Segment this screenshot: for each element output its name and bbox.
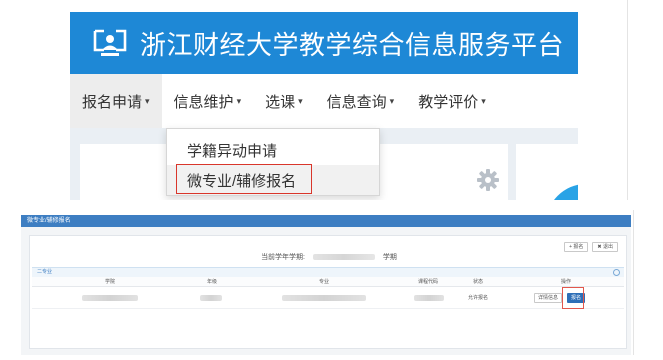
frame-divider <box>627 0 628 200</box>
redacted-value <box>312 254 375 261</box>
table-row: 允许报名 详情信息 报名 <box>32 287 624 309</box>
current-semester: 当前学年学期: 学期 <box>30 252 628 262</box>
column-header-major: 专业 <box>318 279 330 285</box>
semester-prefix: 当前学年学期: <box>261 254 306 261</box>
chevron-down-icon: ▾ <box>298 95 303 106</box>
section-title: 二专业 <box>37 269 53 275</box>
menu-item-micro-major-minor[interactable]: 微专业/辅修报名 <box>167 165 379 195</box>
exit-button[interactable]: ✖ 退出 <box>592 242 618 252</box>
decorative-circle <box>546 184 578 200</box>
monitor-person-icon <box>92 28 128 58</box>
chevron-down-icon: ▾ <box>481 95 486 106</box>
nav-item-teaching-evaluation[interactable]: 教学评价 ▾ <box>406 74 498 128</box>
nav-label: 信息查询 <box>326 93 387 111</box>
registration-page: 微专业/辅修报名 + 报名 ✖ 退出 当前学年学期: 学期 二专业 学院 年级 … <box>21 215 631 355</box>
screenshot-canvas: 浙江财经大学教学综合信息服务平台 报名申请 ▾ 信息维护 ▾ 选课 ▾ 信息查询… <box>0 0 663 360</box>
details-button[interactable]: 详情信息 <box>534 293 563 303</box>
nav-item-info-query[interactable]: 信息查询 ▾ <box>315 74 407 128</box>
frame-divider <box>633 210 634 355</box>
redacted-value <box>200 295 222 301</box>
page-title-bar: 微专业/辅修报名 <box>21 215 631 227</box>
nav-label: 信息维护 <box>173 93 234 111</box>
register-button[interactable]: + 报名 <box>564 242 589 252</box>
gear-icon[interactable] <box>476 168 500 192</box>
nav-item-registration[interactable]: 报名申请 ▾ <box>70 74 162 128</box>
redacted-value <box>414 295 444 301</box>
portal-header: 浙江财经大学教学综合信息服务平台 <box>70 12 578 74</box>
content-card <box>516 144 578 200</box>
section-header: 二专业 <box>32 267 624 277</box>
column-header-status: 状态 <box>472 279 484 285</box>
nav-label: 报名申请 <box>82 93 143 111</box>
portal-title: 浙江财经大学教学综合信息服务平台 <box>140 29 565 60</box>
collapse-icon[interactable] <box>613 269 620 276</box>
chevron-down-icon: ▾ <box>389 95 395 106</box>
semester-suffix: 学期 <box>382 254 397 261</box>
registration-panel: + 报名 ✖ 退出 当前学年学期: 学期 二专业 学院 年级 专业 课程代码 状… <box>29 235 627 349</box>
nav-item-info-maintenance[interactable]: 信息维护 ▾ <box>162 74 254 128</box>
column-header-college: 学院 <box>104 279 116 285</box>
nav-label: 选课 <box>265 93 296 111</box>
portal-window: 浙江财经大学教学综合信息服务平台 报名申请 ▾ 信息维护 ▾ 选课 ▾ 信息查询… <box>70 0 578 200</box>
status-cell: 允许报名 <box>467 295 489 301</box>
column-header-actions: 操作 <box>560 279 572 285</box>
main-nav: 报名申请 ▾ 信息维护 ▾ 选课 ▾ 信息查询 ▾ 教学评价 ▾ <box>70 74 578 128</box>
menu-item-status-change[interactable]: 学籍异动申请 <box>167 135 379 165</box>
nav-label: 教学评价 <box>418 93 479 111</box>
nav-item-course-selection[interactable]: 选课 ▾ <box>253 74 315 128</box>
chevron-down-icon: ▾ <box>145 95 150 106</box>
redacted-value <box>282 295 366 301</box>
redacted-value <box>82 295 138 301</box>
column-header-grade: 年级 <box>206 279 218 285</box>
chevron-down-icon: ▾ <box>236 95 242 106</box>
toolbar: + 报名 ✖ 退出 <box>564 242 618 252</box>
table-header: 学院 年级 专业 课程代码 状态 操作 <box>32 277 624 287</box>
program-table: 学院 年级 专业 课程代码 状态 操作 允许报名 详情信息 报名 <box>32 277 624 309</box>
column-header-course-code: 课程代码 <box>417 279 439 285</box>
apply-button[interactable]: 报名 <box>567 293 586 303</box>
registration-dropdown: 学籍异动申请 微专业/辅修报名 <box>166 128 380 196</box>
